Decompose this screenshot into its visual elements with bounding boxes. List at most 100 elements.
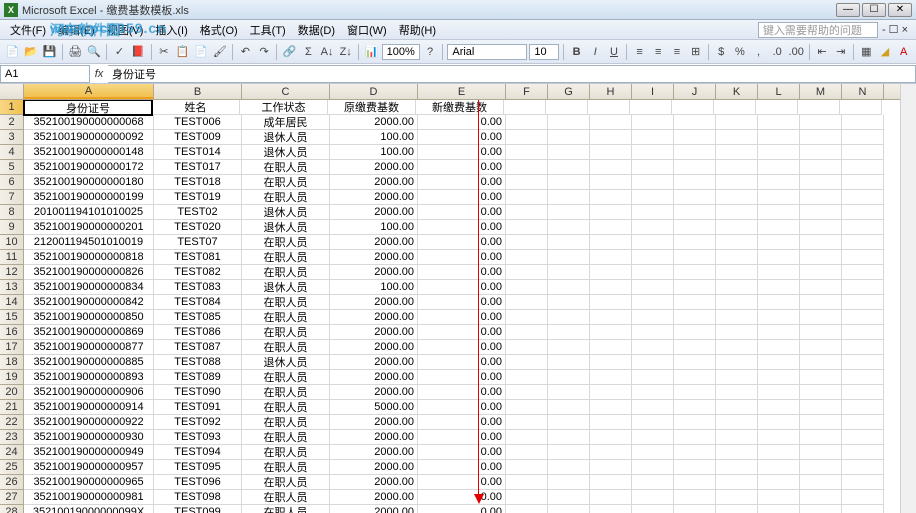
cell-13-H[interactable] — [590, 280, 632, 295]
cell-5-D[interactable]: 2000.00 — [330, 160, 418, 175]
cell-5-E[interactable]: 0.00 — [418, 160, 506, 175]
cell-6-N[interactable] — [842, 175, 884, 190]
cell-15-I[interactable] — [632, 310, 674, 325]
column-header-B[interactable]: B — [154, 84, 242, 99]
cell-8-E[interactable]: 0.00 — [418, 205, 506, 220]
cell-17-I[interactable] — [632, 340, 674, 355]
cell-18-B[interactable]: TEST088 — [154, 355, 242, 370]
cell-18-I[interactable] — [632, 355, 674, 370]
cell-19-L[interactable] — [758, 370, 800, 385]
cell-10-B[interactable]: TEST07 — [154, 235, 242, 250]
cell-5-B[interactable]: TEST017 — [154, 160, 242, 175]
menu-edit[interactable]: 编辑(E) — [52, 20, 101, 40]
cut-icon[interactable]: ✂ — [155, 43, 172, 61]
cell-16-G[interactable] — [548, 325, 590, 340]
cell-4-G[interactable] — [548, 145, 590, 160]
inc-indent-icon[interactable]: ⇥ — [832, 43, 849, 61]
cell-7-N[interactable] — [842, 190, 884, 205]
fontsize-select[interactable]: 10 — [529, 44, 559, 60]
cell-27-I[interactable] — [632, 490, 674, 505]
cell-26-C[interactable]: 在职人员 — [242, 475, 330, 490]
cell-12-H[interactable] — [590, 265, 632, 280]
cell-10-G[interactable] — [548, 235, 590, 250]
cell-12-G[interactable] — [548, 265, 590, 280]
cell-24-I[interactable] — [632, 445, 674, 460]
cell-1-N[interactable] — [840, 100, 882, 115]
cell-2-J[interactable] — [674, 115, 716, 130]
cell-3-J[interactable] — [674, 130, 716, 145]
cell-21-B[interactable]: TEST091 — [154, 400, 242, 415]
cell-11-A[interactable]: 352100190000000818 — [24, 250, 154, 265]
cell-12-J[interactable] — [674, 265, 716, 280]
cell-14-E[interactable]: 0.00 — [418, 295, 506, 310]
cell-12-B[interactable]: TEST082 — [154, 265, 242, 280]
cell-27-C[interactable]: 在职人员 — [242, 490, 330, 505]
column-header-K[interactable]: K — [716, 84, 758, 99]
cell-20-B[interactable]: TEST090 — [154, 385, 242, 400]
row-header-24[interactable]: 24 — [0, 445, 24, 460]
cell-13-E[interactable]: 0.00 — [418, 280, 506, 295]
cell-22-K[interactable] — [716, 415, 758, 430]
cell-4-B[interactable]: TEST014 — [154, 145, 242, 160]
cell-21-G[interactable] — [548, 400, 590, 415]
cell-23-L[interactable] — [758, 430, 800, 445]
cell-5-C[interactable]: 在职人员 — [242, 160, 330, 175]
cell-28-N[interactable] — [842, 505, 884, 513]
cell-7-G[interactable] — [548, 190, 590, 205]
cell-22-L[interactable] — [758, 415, 800, 430]
cell-3-M[interactable] — [800, 130, 842, 145]
cell-24-G[interactable] — [548, 445, 590, 460]
align-left-icon[interactable]: ≡ — [631, 43, 648, 61]
cell-12-K[interactable] — [716, 265, 758, 280]
cell-4-K[interactable] — [716, 145, 758, 160]
preview-icon[interactable]: 🔍 — [86, 43, 103, 61]
cell-26-D[interactable]: 2000.00 — [330, 475, 418, 490]
cell-16-D[interactable]: 2000.00 — [330, 325, 418, 340]
cell-28-K[interactable] — [716, 505, 758, 513]
cell-17-G[interactable] — [548, 340, 590, 355]
cell-2-D[interactable]: 2000.00 — [330, 115, 418, 130]
cell-21-I[interactable] — [632, 400, 674, 415]
sum-icon[interactable]: Σ — [300, 43, 317, 61]
cell-11-C[interactable]: 在职人员 — [242, 250, 330, 265]
menu-file[interactable]: 文件(F) — [4, 20, 52, 40]
cell-22-D[interactable]: 2000.00 — [330, 415, 418, 430]
cell-28-F[interactable] — [506, 505, 548, 513]
cell-15-B[interactable]: TEST085 — [154, 310, 242, 325]
cell-16-A[interactable]: 352100190000000869 — [24, 325, 154, 340]
format-painter-icon[interactable]: 🖌 — [211, 43, 228, 61]
cell-17-M[interactable] — [800, 340, 842, 355]
cell-3-H[interactable] — [590, 130, 632, 145]
cell-10-C[interactable]: 在职人员 — [242, 235, 330, 250]
cell-5-L[interactable] — [758, 160, 800, 175]
cell-6-C[interactable]: 在职人员 — [242, 175, 330, 190]
cell-4-I[interactable] — [632, 145, 674, 160]
cell-27-E[interactable]: 0.00 — [418, 490, 506, 505]
undo-icon[interactable]: ↶ — [237, 43, 254, 61]
menu-data[interactable]: 数据(D) — [292, 20, 341, 40]
cell-5-I[interactable] — [632, 160, 674, 175]
chart-icon[interactable]: 📊 — [363, 43, 380, 61]
cell-4-C[interactable]: 退休人员 — [242, 145, 330, 160]
cell-18-C[interactable]: 退休人员 — [242, 355, 330, 370]
cell-8-A[interactable]: 201001194101010025 — [24, 205, 154, 220]
cell-28-E[interactable]: 0.00 — [418, 505, 506, 513]
menu-window[interactable]: 窗口(W) — [341, 20, 393, 40]
cell-20-I[interactable] — [632, 385, 674, 400]
cell-1-G[interactable] — [546, 100, 588, 115]
cell-13-L[interactable] — [758, 280, 800, 295]
cell-14-H[interactable] — [590, 295, 632, 310]
cell-20-F[interactable] — [506, 385, 548, 400]
cell-24-M[interactable] — [800, 445, 842, 460]
cell-25-L[interactable] — [758, 460, 800, 475]
cell-19-K[interactable] — [716, 370, 758, 385]
new-icon[interactable]: 📄 — [4, 43, 21, 61]
cell-19-A[interactable]: 352100190000000893 — [24, 370, 154, 385]
cell-20-G[interactable] — [548, 385, 590, 400]
cell-2-K[interactable] — [716, 115, 758, 130]
cell-23-M[interactable] — [800, 430, 842, 445]
row-header-10[interactable]: 10 — [0, 235, 24, 250]
cell-27-K[interactable] — [716, 490, 758, 505]
cell-23-E[interactable]: 0.00 — [418, 430, 506, 445]
row-header-19[interactable]: 19 — [0, 370, 24, 385]
